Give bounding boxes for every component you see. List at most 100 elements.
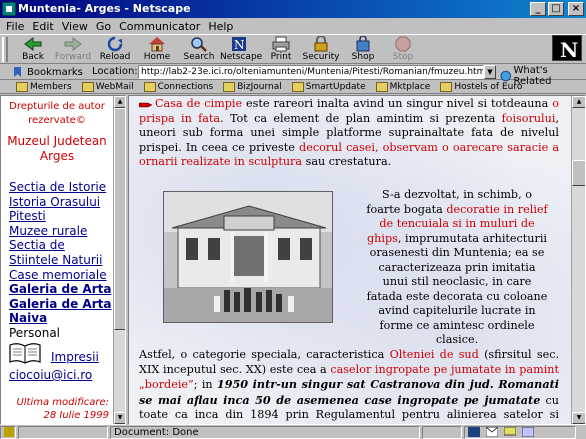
security-lock-icon [314, 36, 328, 52]
sidebar-links: Sectia de Istorie Istoria Orasului Pites… [9, 180, 113, 341]
bookmark-folder-icon [81, 81, 94, 92]
impresii-link[interactable]: Impresii [51, 350, 99, 364]
progress-cell [18, 425, 108, 439]
historic-house-photo [163, 191, 333, 323]
netscape-button[interactable]: N Netscape [220, 36, 262, 64]
open-book-icon [9, 343, 41, 364]
menu-edit[interactable]: Edit [28, 20, 57, 33]
last-modified: Ultima modificare: 28 Iulie 1999 [16, 397, 109, 421]
personal-item-members[interactable]: Members [12, 81, 76, 92]
home-button[interactable]: Home [138, 36, 176, 64]
search-icon [191, 37, 207, 52]
article-paragraph-3: Astfel, o categorie speciala, caracteris… [139, 348, 560, 424]
email-link[interactable]: ciocoiu@ici.ro [9, 368, 92, 382]
bookmark-folder-icon [291, 81, 304, 92]
content-scrollbar[interactable]: ▲ ▼ [571, 96, 585, 424]
sidebar-scroll-thumb[interactable] [114, 108, 125, 330]
url-input[interactable]: http://lab2-23e.ici.ro/olteniamunteni/Mu… [138, 65, 484, 79]
security-button[interactable]: Security [302, 36, 340, 64]
museum-title: Muzeul Judetean Arges [7, 134, 107, 163]
menu-file[interactable]: File [2, 20, 28, 33]
component-bar [464, 425, 576, 439]
shop-bag-icon [356, 36, 370, 52]
sidebar-link-galeria-arta[interactable]: Galeria de Arta [9, 282, 113, 297]
bookmark-folder-icon [143, 81, 156, 92]
menu-view[interactable]: View [58, 20, 92, 33]
sidebar-scrollbar[interactable]: ▲ ▼ [113, 96, 125, 424]
back-arrow-icon [24, 37, 42, 51]
reload-button[interactable]: Reload [96, 36, 134, 64]
personal-item-hostels[interactable]: Hostels of Euro [436, 81, 526, 92]
security-status[interactable] [0, 425, 16, 439]
search-button[interactable]: Search [180, 36, 218, 64]
sidebar-link-muzee-rurale[interactable]: Muzee rurale [9, 224, 113, 239]
toolbar-grip[interactable] [2, 37, 8, 62]
personal-item-webmail[interactable]: WebMail [78, 81, 138, 92]
shop-button[interactable]: Shop [344, 36, 382, 64]
bookmark-folder-icon [16, 81, 28, 92]
bookmark-folder-icon [440, 81, 453, 92]
location-bar: Bookmarks Location: http://lab2-23e.ici.… [0, 64, 586, 87]
discussion-icon[interactable] [504, 427, 516, 437]
sidebar-link-stiintele-naturii[interactable]: Sectia de Stiintele Naturii [9, 238, 113, 267]
personal-item-mktplace[interactable]: Mktplace [372, 81, 435, 92]
copyright-text: Drepturile de autor rezervate© [9, 101, 105, 126]
svg-text:N: N [234, 38, 245, 52]
scroll-up-arrow-icon[interactable]: ▲ [114, 96, 125, 108]
title-bar: Muntenia- Arges - Netscape _ □ × [0, 0, 586, 18]
window-controls: _ □ × [530, 2, 584, 16]
maximize-button[interactable]: □ [548, 2, 564, 16]
menu-help[interactable]: Help [204, 20, 237, 33]
menu-go[interactable]: Go [92, 20, 115, 33]
sidebar-link-istoria-orasului[interactable]: Istoria Orasului Pitesti [9, 195, 113, 224]
personal-item-bizjournal[interactable]: BizJournal [219, 81, 286, 92]
sidebar-link-galeria-naiva[interactable]: Galeria de Arta Naiva [9, 297, 113, 326]
mail-icon[interactable] [486, 427, 498, 437]
netscape-icon: N [232, 37, 246, 52]
status-bar: Document: Done [0, 425, 586, 439]
print-button[interactable]: Print [262, 36, 300, 64]
personal-item-smartupdate[interactable]: SmartUpdate [288, 81, 370, 92]
scroll-up-arrow-icon[interactable]: ▲ [572, 96, 585, 108]
netscape-window-icon[interactable] [2, 2, 16, 16]
composer-icon[interactable] [522, 427, 534, 437]
personal-toolbar: Members WebMail Connections BizJournal S… [0, 80, 586, 94]
menu-communicator[interactable]: Communicator [115, 20, 204, 33]
status-text: Document: Done [110, 425, 420, 439]
scroll-down-arrow-icon[interactable]: ▼ [114, 412, 125, 424]
back-button[interactable]: Back [14, 36, 52, 64]
scroll-down-arrow-icon[interactable]: ▼ [572, 412, 585, 424]
netscape-logo[interactable]: N [552, 35, 582, 62]
home-icon [149, 37, 165, 52]
url-dropdown-button[interactable]: ▼ [484, 65, 496, 79]
article-paragraph-2: S-a dezvoltat, in schimb, o foarte bogat… [366, 188, 548, 346]
article-paragraph-1: Casa de cimpie este rareori inalta avind… [139, 97, 559, 168]
personal-item-connections[interactable]: Connections [140, 81, 218, 92]
close-button[interactable]: × [568, 2, 584, 16]
location-label: Location: [92, 66, 138, 77]
forward-button[interactable]: Forward [54, 36, 92, 64]
menu-bar: File Edit View Go Communicator Help [0, 18, 586, 34]
content-scroll-thumb[interactable] [572, 160, 585, 186]
netscape-n-icon: N [560, 38, 579, 62]
sidebar-link-case-memoriale[interactable]: Case memoriale [9, 268, 113, 283]
navigator-icon[interactable] [468, 427, 480, 437]
print-icon [272, 36, 290, 52]
forward-arrow-icon [64, 37, 82, 51]
stop-button[interactable]: Stop [384, 36, 422, 64]
stop-icon [395, 36, 411, 52]
sidebar-frame: Drepturile de autor rezervate© Muzeul Ju… [0, 95, 126, 425]
status-spacer [422, 425, 462, 439]
window-title: Muntenia- Arges - Netscape [18, 2, 191, 15]
bookmarks-icon [14, 67, 21, 77]
content-frame: Casa de cimpie este rareori inalta avind… [128, 95, 586, 425]
sidebar-link-sectia-istorie[interactable]: Sectia de Istorie [9, 180, 113, 195]
security-status-icon [4, 427, 14, 437]
bookmark-folder-icon [375, 81, 388, 92]
reload-icon [107, 36, 123, 52]
bookmarks-button[interactable]: Bookmarks [12, 65, 83, 79]
bookmark-folder-icon [223, 81, 236, 92]
sidebar-personal-label: Personal [9, 325, 61, 340]
minimize-button[interactable]: _ [530, 2, 546, 16]
navigation-toolbar: Back Forward Reload Home Search N Netsca… [0, 34, 586, 64]
